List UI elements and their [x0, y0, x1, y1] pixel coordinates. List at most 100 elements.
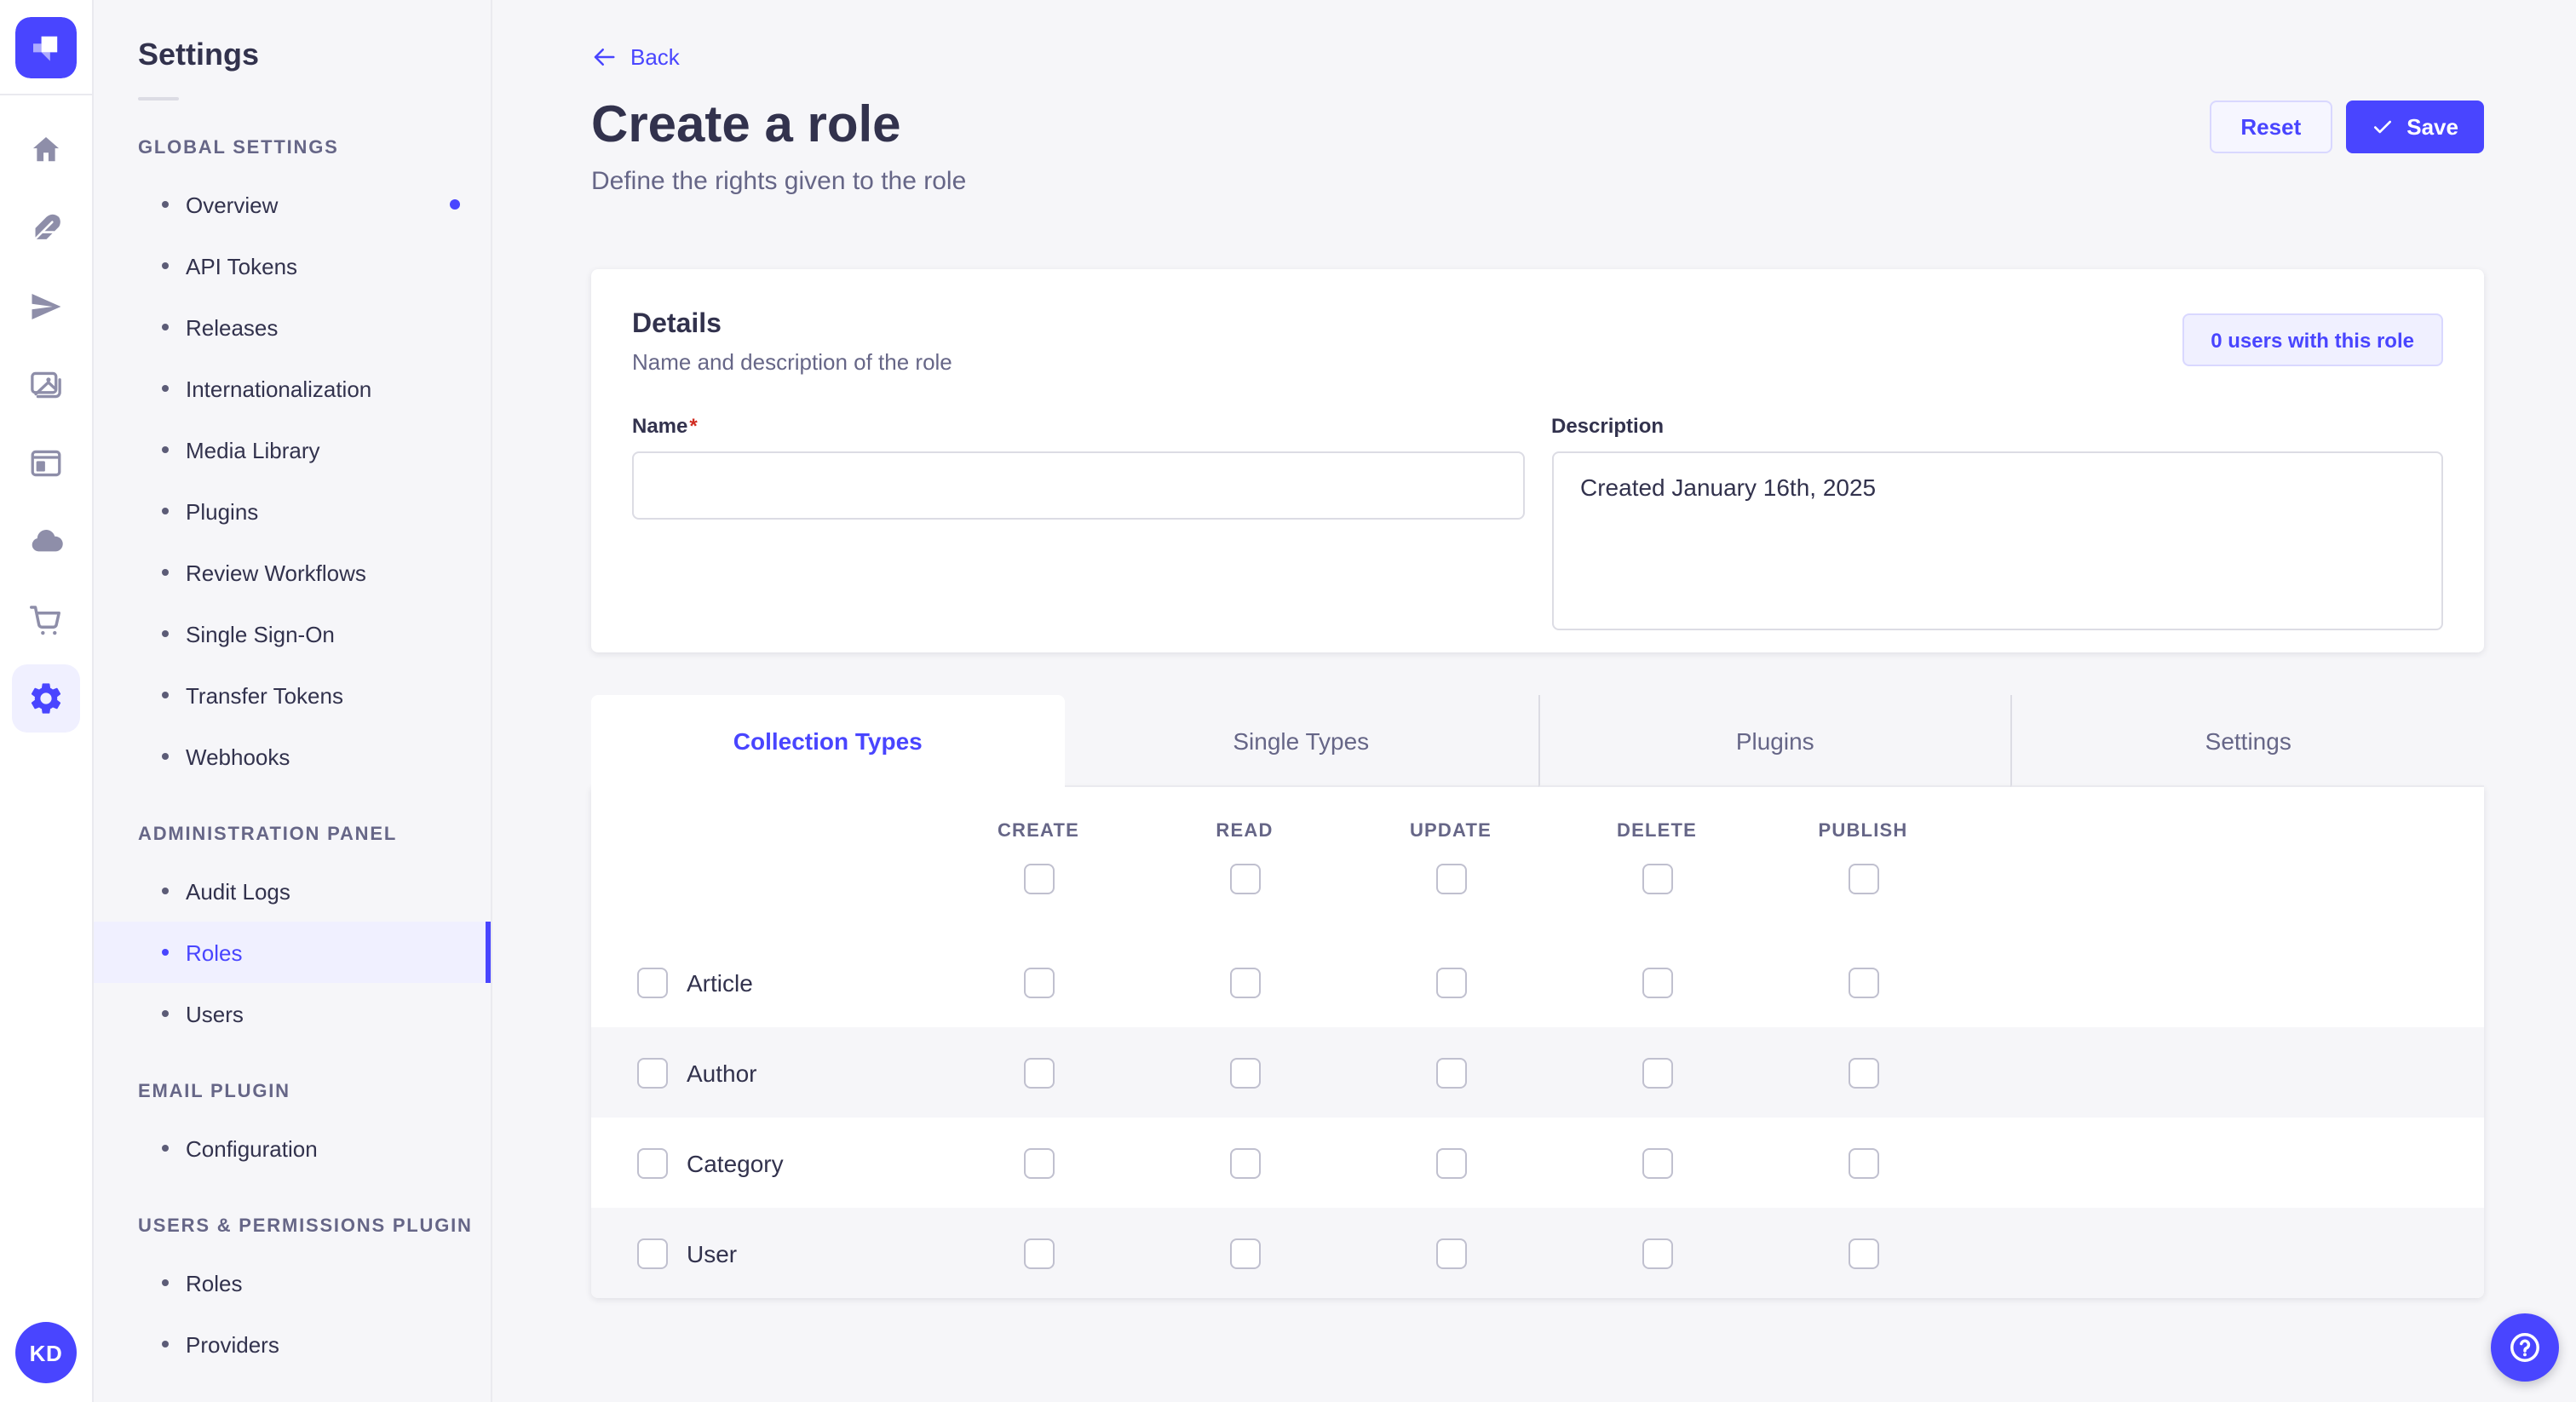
shopping-cart-icon[interactable] — [27, 601, 65, 639]
sidebar-item-audit-logs[interactable]: Audit Logs — [94, 860, 491, 922]
settings-sidebar: Settings GLOBAL SETTINGS Overview API To… — [94, 0, 492, 1402]
name-label: Name* — [632, 414, 698, 438]
category-read-checkbox[interactable] — [1229, 1147, 1260, 1178]
strapi-logo-icon[interactable] — [15, 16, 77, 78]
author-delete-checkbox[interactable] — [1642, 1057, 1672, 1088]
logo-container — [0, 0, 92, 95]
description-label: Description — [1551, 414, 1664, 438]
header-actions: Reset Save — [2210, 101, 2484, 153]
sidebar-item-users[interactable]: Users — [94, 983, 491, 1044]
permissions-tabs: Collection Types Single Types Plugins Se… — [591, 695, 2484, 787]
media-images-icon[interactable] — [27, 366, 65, 404]
sidebar-divider — [138, 97, 179, 101]
users-with-role-button[interactable]: 0 users with this role — [2182, 313, 2443, 366]
name-input[interactable] — [632, 451, 1524, 520]
back-link[interactable]: Back — [591, 44, 680, 70]
article-read-checkbox[interactable] — [1229, 967, 1260, 997]
home-icon[interactable] — [27, 131, 65, 169]
select-all-read-checkbox[interactable] — [1229, 864, 1260, 894]
permissions-table-header: CREATE READ UPDATE DELETE PUBLISH — [591, 787, 2484, 937]
section-email-plugin: EMAIL PLUGIN Configuration — [94, 1082, 491, 1179]
section-global-settings: GLOBAL SETTINGS Overview API Tokens Rele… — [94, 138, 491, 787]
user-publish-checkbox[interactable] — [1848, 1238, 1878, 1268]
sidebar-item-overview[interactable]: Overview — [94, 174, 491, 235]
row-label: Category — [687, 1149, 784, 1176]
select-all-create-checkbox[interactable] — [1023, 864, 1054, 894]
reset-button[interactable]: Reset — [2210, 101, 2332, 153]
article-select-checkbox[interactable] — [637, 967, 668, 997]
column-header-update: UPDATE — [1348, 821, 1554, 842]
sidebar-item-webhooks[interactable]: Webhooks — [94, 726, 491, 787]
tab-plugins[interactable]: Plugins — [1538, 695, 2011, 787]
sidebar-item-api-tokens[interactable]: API Tokens — [94, 235, 491, 296]
sidebar-item-review-workflows[interactable]: Review Workflows — [94, 542, 491, 603]
details-subtitle: Name and description of the role — [632, 349, 952, 375]
table-row-author: Author — [591, 1027, 2484, 1118]
user-create-checkbox[interactable] — [1023, 1238, 1054, 1268]
user-select-checkbox[interactable] — [637, 1238, 668, 1268]
help-button[interactable] — [2491, 1313, 2559, 1382]
app-icon-rail: KD — [0, 0, 94, 1402]
author-select-checkbox[interactable] — [637, 1057, 668, 1088]
category-delete-checkbox[interactable] — [1642, 1147, 1672, 1178]
tab-settings[interactable]: Settings — [2011, 695, 2485, 787]
user-avatar[interactable]: KD — [15, 1322, 77, 1383]
column-header-publish: PUBLISH — [1760, 821, 1966, 842]
details-card: Details Name and description of the role… — [591, 269, 2484, 652]
page-subtitle: Define the rights given to the role — [591, 167, 2484, 196]
select-all-delete-checkbox[interactable] — [1642, 864, 1672, 894]
article-publish-checkbox[interactable] — [1848, 967, 1878, 997]
sidebar-item-single-sign-on[interactable]: Single Sign-On — [94, 603, 491, 664]
sidebar-title: Settings — [138, 37, 491, 73]
arrow-left-icon — [591, 44, 617, 70]
settings-page: KD Settings GLOBAL SETTINGS Overview API… — [0, 0, 2576, 1402]
section-label: EMAIL PLUGIN — [138, 1082, 491, 1102]
tab-single-types[interactable]: Single Types — [1065, 695, 1538, 787]
layout-panel-icon[interactable] — [27, 445, 65, 482]
description-field-group: Description Created January 16th, 2025 — [1551, 411, 2443, 639]
sidebar-item-releases[interactable]: Releases — [94, 296, 491, 358]
settings-gear-icon[interactable] — [12, 664, 80, 733]
section-label: USERS & PERMISSIONS PLUGIN — [138, 1216, 491, 1237]
feather-icon[interactable] — [27, 210, 65, 247]
author-read-checkbox[interactable] — [1229, 1057, 1260, 1088]
sidebar-item-roles-up[interactable]: Roles — [94, 1252, 491, 1313]
section-label: ADMINISTRATION PANEL — [138, 825, 491, 845]
article-delete-checkbox[interactable] — [1642, 967, 1672, 997]
sidebar-item-transfer-tokens[interactable]: Transfer Tokens — [94, 664, 491, 726]
section-users-permissions-plugin: USERS & PERMISSIONS PLUGIN Roles Provide… — [94, 1216, 491, 1375]
question-circle-icon — [2506, 1329, 2544, 1366]
sidebar-item-configuration[interactable]: Configuration — [94, 1118, 491, 1179]
article-update-checkbox[interactable] — [1435, 967, 1466, 997]
tab-collection-types[interactable]: Collection Types — [591, 695, 1065, 787]
cloud-icon[interactable] — [27, 523, 65, 560]
select-all-publish-checkbox[interactable] — [1848, 864, 1878, 894]
check-icon — [2371, 116, 2393, 138]
author-publish-checkbox[interactable] — [1848, 1057, 1878, 1088]
description-textarea[interactable]: Created January 16th, 2025 — [1551, 451, 2443, 630]
save-button[interactable]: Save — [2345, 101, 2484, 153]
sidebar-item-plugins[interactable]: Plugins — [94, 480, 491, 542]
table-row-user: User — [591, 1208, 2484, 1298]
select-all-update-checkbox[interactable] — [1435, 864, 1466, 894]
table-row-category: Category — [591, 1118, 2484, 1208]
user-update-checkbox[interactable] — [1435, 1238, 1466, 1268]
notification-dot — [450, 199, 460, 210]
permissions-table: CREATE READ UPDATE DELETE PUBLISH — [591, 787, 2484, 1298]
category-update-checkbox[interactable] — [1435, 1147, 1466, 1178]
sidebar-item-roles-admin[interactable]: Roles — [94, 922, 491, 983]
sidebar-item-media-library[interactable]: Media Library — [94, 419, 491, 480]
author-create-checkbox[interactable] — [1023, 1057, 1054, 1088]
sidebar-item-internationalization[interactable]: Internationalization — [94, 358, 491, 419]
user-delete-checkbox[interactable] — [1642, 1238, 1672, 1268]
author-update-checkbox[interactable] — [1435, 1057, 1466, 1088]
user-read-checkbox[interactable] — [1229, 1238, 1260, 1268]
required-asterisk: * — [689, 414, 697, 438]
paper-plane-icon[interactable] — [27, 288, 65, 325]
article-create-checkbox[interactable] — [1023, 967, 1054, 997]
column-header-create: CREATE — [935, 821, 1141, 842]
category-create-checkbox[interactable] — [1023, 1147, 1054, 1178]
sidebar-item-providers[interactable]: Providers — [94, 1313, 491, 1375]
category-select-checkbox[interactable] — [637, 1147, 668, 1178]
category-publish-checkbox[interactable] — [1848, 1147, 1878, 1178]
